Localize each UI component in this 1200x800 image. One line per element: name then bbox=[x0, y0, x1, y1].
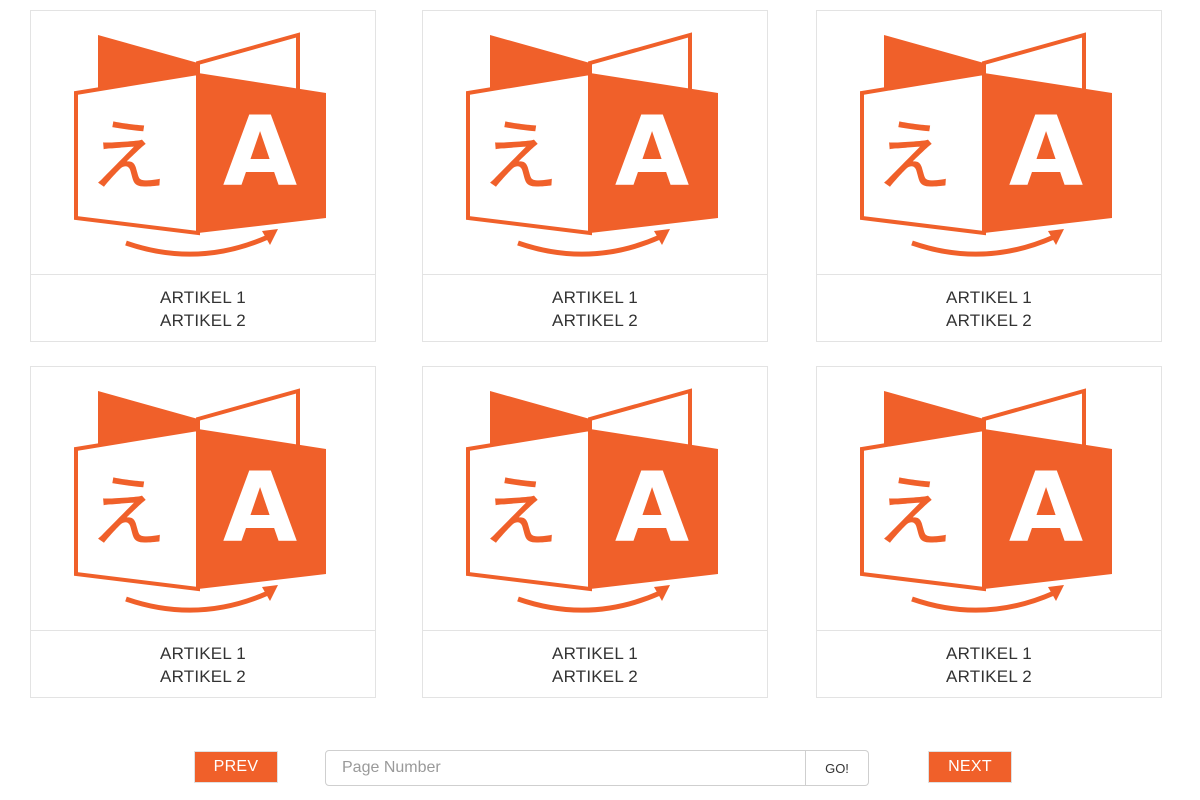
card-caption: ARTIKEL 1 ARTIKEL 2 bbox=[31, 631, 375, 699]
article-card[interactable]: え A ARTIKEL 1 ARTIKEL 2 bbox=[816, 10, 1162, 342]
article-card[interactable]: え A ARTIKEL 1 ARTIKEL 2 bbox=[422, 366, 768, 698]
article-card[interactable]: え A ARTIKEL 1 ARTIKEL 2 bbox=[422, 10, 768, 342]
translate-icon: え A bbox=[74, 387, 326, 613]
card-caption: ARTIKEL 1 ARTIKEL 2 bbox=[423, 631, 767, 699]
card-title-line-2[interactable]: ARTIKEL 2 bbox=[552, 665, 638, 688]
next-button[interactable]: NEXT bbox=[928, 751, 1012, 783]
article-card[interactable]: え A ARTIKEL 1 ARTIKEL 2 bbox=[30, 10, 376, 342]
svg-text:え: え bbox=[875, 112, 953, 202]
card-title-line-1[interactable]: ARTIKEL 1 bbox=[160, 642, 246, 665]
translate-icon: え A bbox=[860, 387, 1112, 613]
go-button[interactable]: GO! bbox=[806, 750, 869, 786]
card-thumbnail[interactable]: え A bbox=[31, 11, 375, 275]
card-thumbnail[interactable]: え A bbox=[423, 367, 767, 631]
card-caption: ARTIKEL 1 ARTIKEL 2 bbox=[817, 631, 1161, 699]
card-thumbnail[interactable]: え A bbox=[423, 11, 767, 275]
card-caption: ARTIKEL 1 ARTIKEL 2 bbox=[423, 275, 767, 343]
svg-text:A: A bbox=[615, 452, 689, 564]
translate-icon: え A bbox=[466, 387, 718, 613]
svg-text:え: え bbox=[89, 468, 167, 558]
translate-icon: え A bbox=[860, 31, 1112, 257]
svg-text:え: え bbox=[89, 112, 167, 202]
translate-icon: え A bbox=[466, 31, 718, 257]
article-card[interactable]: え A ARTIKEL 1 ARTIKEL 2 bbox=[816, 366, 1162, 698]
svg-text:A: A bbox=[1009, 96, 1083, 208]
svg-text:え: え bbox=[481, 468, 559, 558]
svg-text:A: A bbox=[223, 96, 297, 208]
card-title-line-1[interactable]: ARTIKEL 1 bbox=[552, 642, 638, 665]
card-title-line-1[interactable]: ARTIKEL 1 bbox=[946, 286, 1032, 309]
card-title-line-1[interactable]: ARTIKEL 1 bbox=[946, 642, 1032, 665]
card-caption: ARTIKEL 1 ARTIKEL 2 bbox=[817, 275, 1161, 343]
article-card[interactable]: え A ARTIKEL 1 ARTIKEL 2 bbox=[30, 366, 376, 698]
svg-text:A: A bbox=[223, 452, 297, 564]
card-title-line-1[interactable]: ARTIKEL 1 bbox=[160, 286, 246, 309]
svg-text:A: A bbox=[1009, 452, 1083, 564]
svg-text:え: え bbox=[875, 468, 953, 558]
card-caption: ARTIKEL 1 ARTIKEL 2 bbox=[31, 275, 375, 343]
article-gallery: え A ARTIKEL 1 ARTIKEL 2 え A ARTIKEL 1 AR… bbox=[0, 0, 1200, 800]
translate-icon: え A bbox=[74, 31, 326, 257]
card-title-line-2[interactable]: ARTIKEL 2 bbox=[552, 309, 638, 332]
card-thumbnail[interactable]: え A bbox=[817, 11, 1161, 275]
page-number-input[interactable] bbox=[325, 750, 806, 786]
card-title-line-2[interactable]: ARTIKEL 2 bbox=[160, 665, 246, 688]
card-title-line-1[interactable]: ARTIKEL 1 bbox=[552, 286, 638, 309]
card-thumbnail[interactable]: え A bbox=[817, 367, 1161, 631]
card-title-line-2[interactable]: ARTIKEL 2 bbox=[946, 309, 1032, 332]
prev-button[interactable]: PREV bbox=[194, 751, 278, 783]
card-title-line-2[interactable]: ARTIKEL 2 bbox=[160, 309, 246, 332]
svg-text:A: A bbox=[615, 96, 689, 208]
card-thumbnail[interactable]: え A bbox=[31, 367, 375, 631]
card-title-line-2[interactable]: ARTIKEL 2 bbox=[946, 665, 1032, 688]
svg-text:え: え bbox=[481, 112, 559, 202]
